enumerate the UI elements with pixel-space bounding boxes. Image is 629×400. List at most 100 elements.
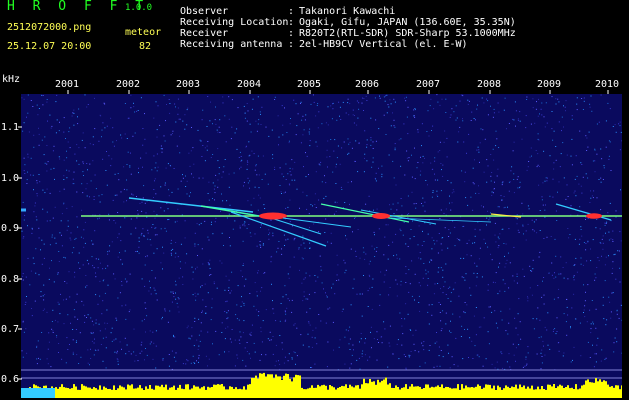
- noise-speck: [448, 229, 450, 231]
- noise-speck: [133, 328, 135, 330]
- noise-speck: [441, 98, 443, 100]
- noise-speck: [93, 196, 95, 198]
- noise-speck: [286, 132, 288, 133]
- noise-speck: [154, 167, 156, 169]
- noise-speck: [354, 160, 356, 162]
- signal-bar: [481, 388, 483, 398]
- noise-speck: [117, 363, 119, 365]
- noise-speck: [557, 297, 559, 299]
- signal-bar: [605, 381, 607, 398]
- noise-speck: [595, 227, 597, 229]
- noise-speck: [38, 274, 40, 276]
- noise-speck: [256, 245, 258, 247]
- signal-bar: [363, 378, 365, 398]
- noise-speck: [571, 307, 573, 309]
- noise-speck: [102, 268, 104, 270]
- noise-speck: [175, 284, 177, 286]
- noise-speck: [499, 233, 501, 235]
- noise-speck: [282, 348, 283, 350]
- noise-speck: [525, 127, 527, 129]
- noise-speck: [442, 164, 444, 166]
- noise-speck: [238, 157, 240, 158]
- noise-speck: [260, 227, 261, 228]
- signal-bar: [105, 387, 107, 398]
- signal-bar: [245, 389, 247, 398]
- noise-speck: [244, 221, 246, 223]
- signal-bar: [407, 388, 409, 398]
- noise-speck: [118, 233, 120, 235]
- noise-speck: [407, 195, 409, 197]
- noise-speck: [279, 185, 281, 186]
- noise-speck: [279, 167, 281, 169]
- noise-speck: [431, 248, 433, 250]
- noise-speck: [403, 123, 405, 125]
- signal-bar: [599, 379, 601, 398]
- noise-speck: [459, 100, 461, 102]
- signal-bar: [585, 380, 587, 398]
- noise-speck: [110, 332, 112, 334]
- noise-speck: [598, 121, 600, 123]
- noise-speck: [152, 358, 154, 360]
- noise-speck: [602, 235, 604, 237]
- signal-bar: [523, 385, 525, 398]
- noise-speck: [192, 294, 194, 296]
- noise-speck: [95, 272, 96, 274]
- noise-speck: [294, 352, 296, 354]
- noise-speck: [164, 310, 166, 312]
- noise-speck: [192, 271, 194, 273]
- noise-speck: [228, 287, 230, 289]
- noise-speck: [445, 112, 447, 113]
- noise-speck: [535, 150, 537, 151]
- noise-speck: [546, 236, 548, 238]
- signal-bar: [413, 386, 415, 398]
- noise-speck: [173, 336, 175, 338]
- noise-speck: [541, 296, 543, 298]
- noise-speck: [450, 209, 452, 211]
- noise-speck: [542, 182, 544, 184]
- noise-speck: [167, 208, 169, 210]
- noise-speck: [345, 235, 346, 237]
- noise-speck: [591, 195, 593, 197]
- signal-bar: [327, 389, 329, 398]
- signal-bar: [613, 387, 615, 398]
- noise-speck: [431, 304, 433, 306]
- noise-speck: [116, 140, 117, 142]
- noise-speck: [101, 313, 103, 315]
- noise-speck: [89, 196, 90, 198]
- signal-bar: [351, 386, 353, 398]
- noise-speck: [438, 233, 440, 234]
- spectrogram-canvas: [21, 94, 622, 398]
- noise-speck: [46, 220, 48, 222]
- signal-bar: [151, 388, 153, 398]
- noise-speck: [230, 341, 232, 343]
- noise-speck: [303, 129, 305, 131]
- noise-speck: [32, 106, 34, 107]
- noise-speck: [587, 241, 589, 243]
- noise-speck: [609, 301, 611, 303]
- noise-speck: [480, 326, 482, 328]
- noise-speck: [219, 119, 221, 121]
- noise-speck: [254, 169, 256, 171]
- noise-speck: [324, 232, 326, 233]
- noise-speck: [139, 352, 141, 354]
- noise-speck: [473, 315, 475, 317]
- noise-speck: [330, 105, 332, 107]
- noise-speck: [392, 353, 394, 355]
- noise-speck: [598, 260, 600, 262]
- noise-speck: [405, 243, 407, 245]
- noise-speck: [616, 341, 618, 343]
- noise-speck: [272, 235, 274, 237]
- noise-speck: [375, 172, 377, 174]
- noise-speck: [186, 124, 188, 126]
- noise-speck: [315, 327, 317, 329]
- noise-speck: [573, 293, 575, 295]
- noise-speck: [429, 223, 431, 225]
- noise-speck: [604, 224, 606, 226]
- noise-speck: [589, 202, 591, 203]
- noise-speck: [141, 350, 143, 352]
- noise-speck: [250, 131, 252, 133]
- noise-speck: [450, 292, 452, 294]
- noise-speck: [258, 119, 260, 121]
- noise-speck: [65, 362, 67, 364]
- signal-bar: [587, 379, 589, 398]
